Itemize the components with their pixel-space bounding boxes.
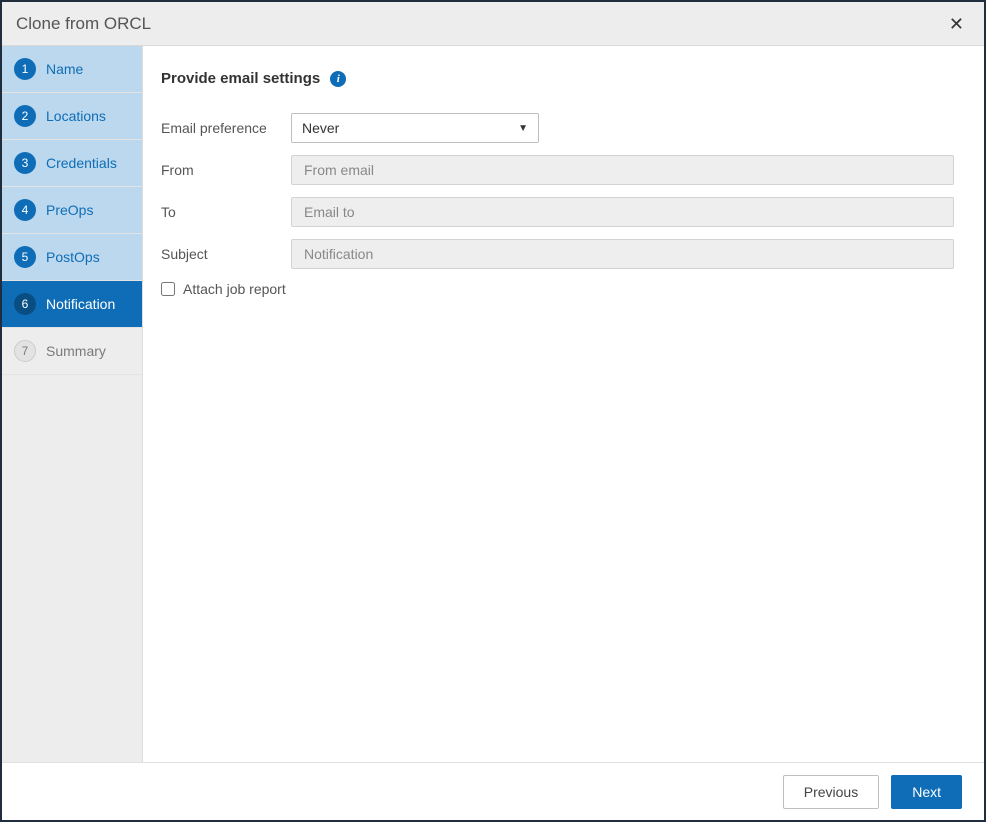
- step-number: 3: [14, 152, 36, 174]
- step-label: Locations: [46, 108, 106, 124]
- step-number: 1: [14, 58, 36, 80]
- to-input[interactable]: [291, 197, 954, 227]
- wizard-body: 1 Name 2 Locations 3 Credentials 4 PreOps 5 PostO…: [2, 46, 984, 762]
- chevron-down-icon: ▼: [518, 123, 528, 134]
- email-preference-value: Never: [302, 120, 339, 136]
- step-name[interactable]: 1 Name: [2, 46, 142, 93]
- step-locations[interactable]: 2 Locations: [2, 93, 142, 140]
- step-label: Summary: [46, 343, 106, 359]
- content-heading: Provide email settings: [161, 70, 320, 87]
- email-preference-select[interactable]: Never ▼: [291, 113, 539, 143]
- titlebar: Clone from ORCL ✕: [2, 2, 984, 46]
- wizard-window: Clone from ORCL ✕ 1 Name 2 Locations 3 Creden…: [0, 0, 986, 822]
- step-notification[interactable]: 6 Notification: [2, 281, 142, 328]
- wizard-sidebar: 1 Name 2 Locations 3 Credentials 4 PreOps 5 PostO…: [2, 46, 142, 762]
- row-from: From: [161, 155, 954, 185]
- step-number: 7: [14, 340, 36, 362]
- label-from: From: [161, 162, 291, 178]
- next-button[interactable]: Next: [891, 775, 962, 809]
- row-to: To: [161, 197, 954, 227]
- step-preops[interactable]: 4 PreOps: [2, 187, 142, 234]
- step-summary: 7 Summary: [2, 328, 142, 375]
- step-number: 4: [14, 199, 36, 221]
- row-attach-report: Attach job report: [161, 281, 954, 297]
- label-subject: Subject: [161, 246, 291, 262]
- attach-report-checkbox[interactable]: [161, 282, 175, 296]
- from-input[interactable]: [291, 155, 954, 185]
- step-label: Credentials: [46, 155, 117, 171]
- step-number: 2: [14, 105, 36, 127]
- label-email-preference: Email preference: [161, 120, 291, 136]
- step-number: 5: [14, 246, 36, 268]
- attach-report-label[interactable]: Attach job report: [183, 281, 286, 297]
- step-label: Name: [46, 61, 83, 77]
- step-label: Notification: [46, 296, 115, 312]
- content-heading-row: Provide email settings i: [161, 70, 954, 87]
- step-number: 6: [14, 293, 36, 315]
- row-subject: Subject: [161, 239, 954, 269]
- close-icon[interactable]: ✕: [943, 9, 970, 39]
- subject-input[interactable]: [291, 239, 954, 269]
- wizard-content: Provide email settings i Email preferenc…: [142, 46, 984, 762]
- previous-button[interactable]: Previous: [783, 775, 879, 809]
- step-label: PostOps: [46, 249, 100, 265]
- window-title: Clone from ORCL: [16, 14, 151, 34]
- step-credentials[interactable]: 3 Credentials: [2, 140, 142, 187]
- info-icon[interactable]: i: [330, 71, 346, 87]
- step-postops[interactable]: 5 PostOps: [2, 234, 142, 281]
- wizard-footer: Previous Next: [2, 762, 984, 820]
- step-label: PreOps: [46, 202, 93, 218]
- row-email-preference: Email preference Never ▼: [161, 113, 954, 143]
- label-to: To: [161, 204, 291, 220]
